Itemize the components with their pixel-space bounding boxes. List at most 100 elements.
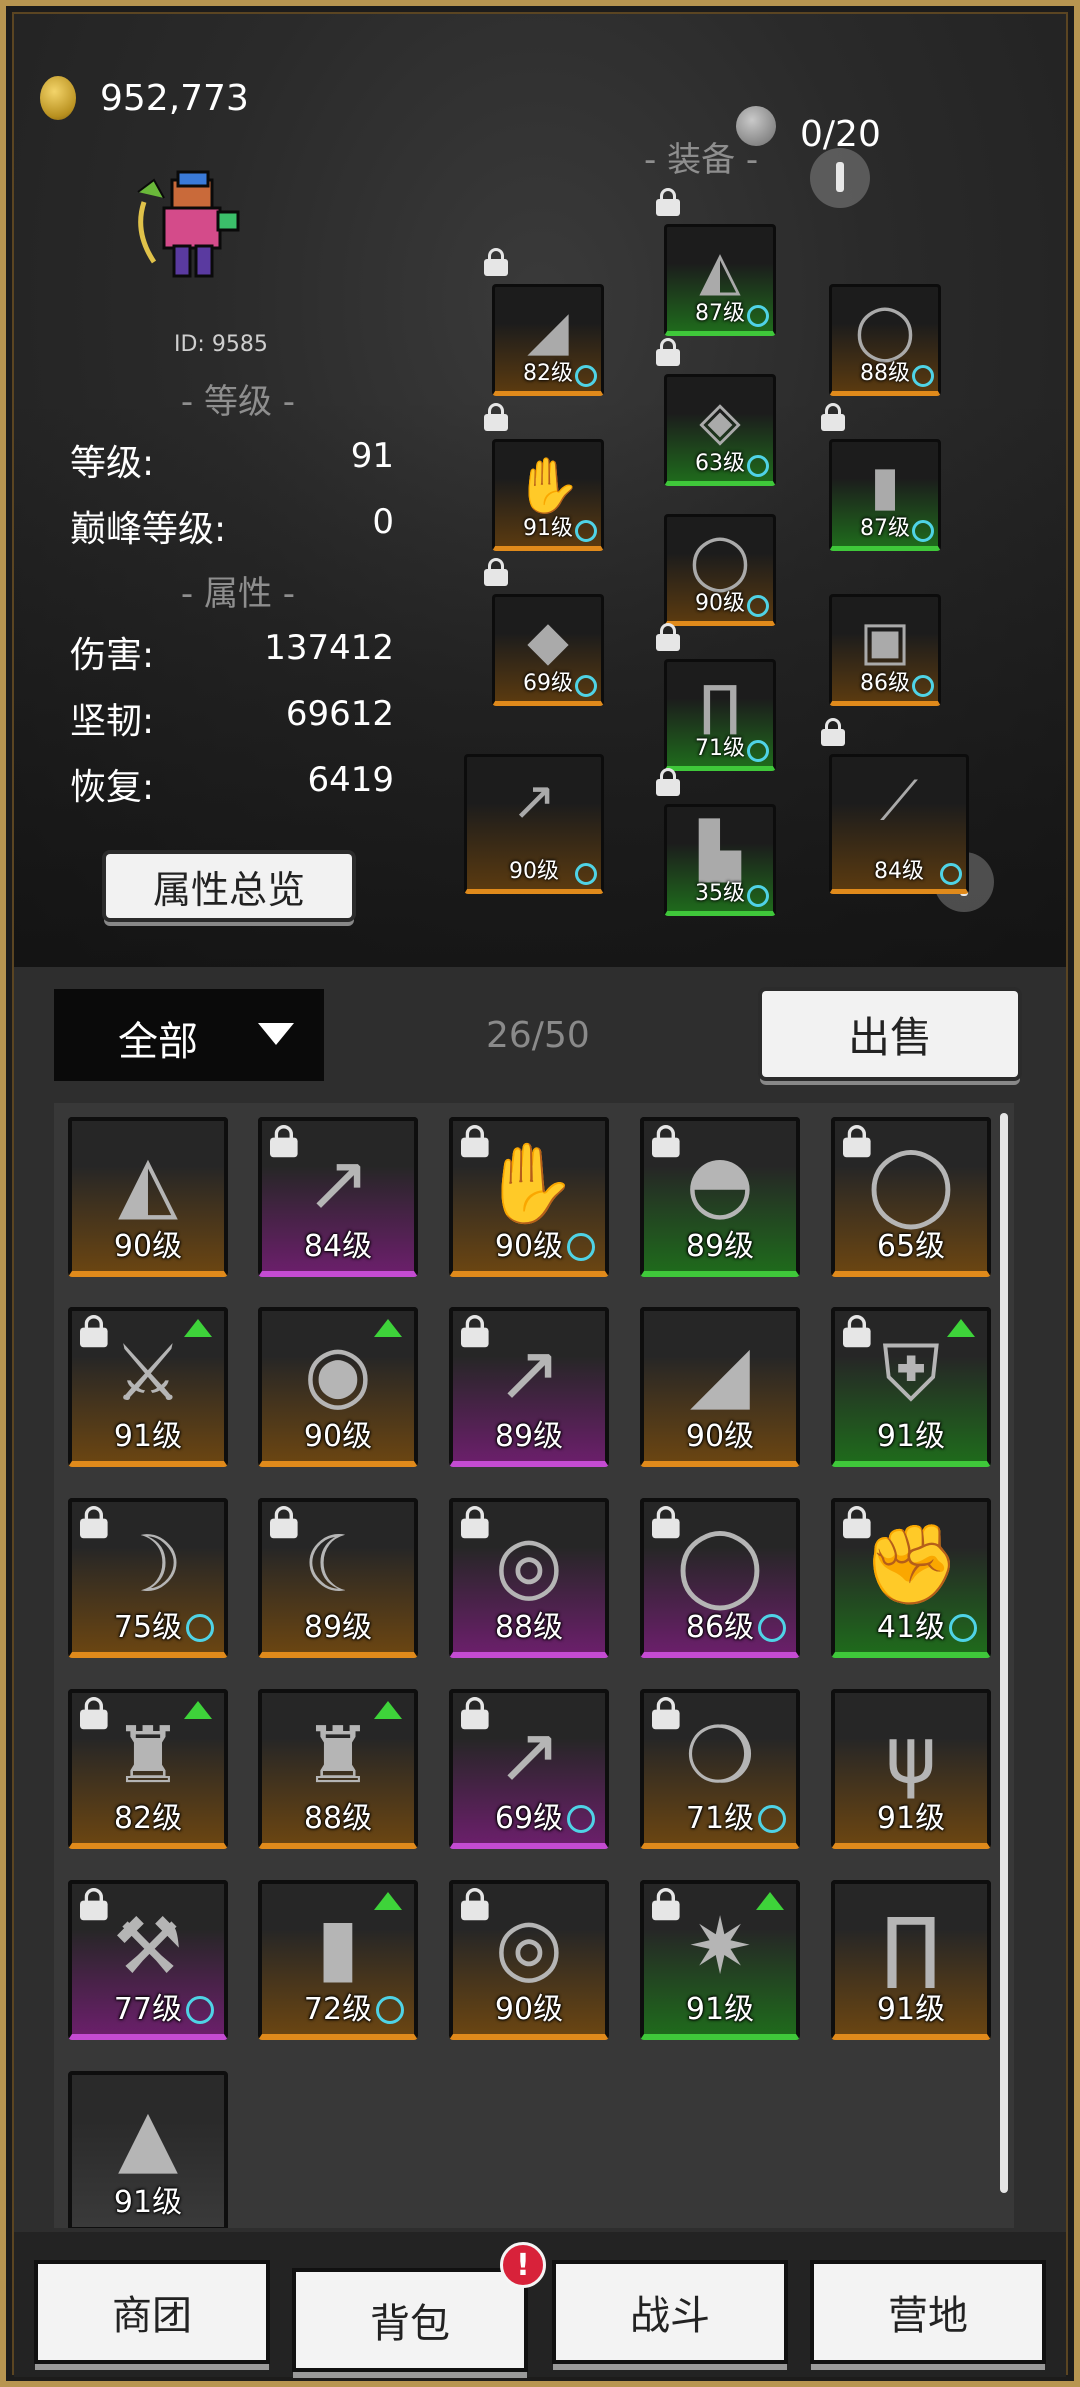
inventory-item[interactable]: ✊ 41级 bbox=[831, 1498, 991, 1658]
refine-badge-icon bbox=[758, 1614, 786, 1642]
lock-icon bbox=[80, 1506, 108, 1539]
hood-icon: ▲ bbox=[118, 2093, 178, 2183]
attribute-section-title: - 属性 - bbox=[180, 574, 296, 614]
pants-icon: ∏ bbox=[699, 674, 741, 737]
inventory-item[interactable]: ↗ 89级 bbox=[449, 1307, 609, 1467]
damage-value: 137412 bbox=[264, 628, 394, 668]
inventory-scrollbar[interactable] bbox=[1000, 1113, 1008, 2193]
upgrade-arrow-icon bbox=[374, 1319, 402, 1337]
inventory-item[interactable]: ☾ 89级 bbox=[258, 1498, 418, 1658]
gem-ring-icon: ◆ bbox=[527, 609, 569, 672]
item-level: 91级 bbox=[876, 1801, 946, 1836]
equipment-slot[interactable]: ↗ 90级 bbox=[464, 754, 604, 894]
inventory-item[interactable]: ◓ 89级 bbox=[640, 1117, 800, 1277]
lock-icon bbox=[652, 1506, 680, 1539]
equipment-slot[interactable]: ◢ 82级 bbox=[492, 284, 604, 396]
inventory-item[interactable]: ♜ 88级 bbox=[258, 1689, 418, 1849]
inventory-item[interactable]: ◯ 65级 bbox=[831, 1117, 991, 1277]
inventory-item[interactable]: ψ 91级 bbox=[831, 1689, 991, 1849]
inventory-item[interactable]: ↗ 84级 bbox=[258, 1117, 418, 1277]
refine-badge-icon bbox=[912, 675, 934, 697]
recovery-label: 恢复: bbox=[70, 767, 155, 808]
equipment-slot[interactable]: ∏ 71级 bbox=[664, 659, 776, 771]
player-id: ID: 9585 bbox=[174, 332, 268, 357]
item-level: 91级 bbox=[685, 1992, 755, 2027]
inventory-grid: ◭ 90级 ↗ 84级 ✋ 90级 ◓ 89级 ◯ 65级 ⚔ 91级 ◉ 90级 ↗ 89级 ◢ 90级 ⛨ 91级… bbox=[54, 1103, 1014, 2228]
filter-dropdown[interactable]: 全部 bbox=[54, 989, 324, 1081]
lock-icon bbox=[843, 1315, 871, 1348]
lock-icon bbox=[270, 1125, 298, 1158]
tab-camp[interactable]: 营地 bbox=[814, 2264, 1042, 2360]
chevron-down-icon bbox=[258, 1023, 294, 1045]
item-level: 88级 bbox=[303, 1801, 373, 1836]
recovery-value: 6419 bbox=[307, 760, 394, 800]
square-ring-icon: ▣ bbox=[859, 609, 911, 672]
equipment-slot[interactable]: ⟋ 84级 bbox=[829, 754, 969, 894]
inventory-item[interactable]: ⚒ 77级 bbox=[68, 1880, 228, 2040]
scroll-up-button[interactable] bbox=[810, 148, 870, 208]
boots-icon: ▙ bbox=[699, 819, 741, 882]
refine-badge-icon bbox=[912, 520, 934, 542]
equipment-slot[interactable]: ▙ 35级 bbox=[664, 804, 776, 916]
upgrade-arrow-icon bbox=[374, 1701, 402, 1719]
gold-coin-icon bbox=[40, 76, 76, 120]
inventory-item[interactable]: ⛨ 91级 bbox=[831, 1307, 991, 1467]
refine-badge-icon bbox=[567, 1233, 595, 1261]
equipment-slot[interactable]: ◯ 90级 bbox=[664, 514, 776, 626]
toughness-value: 69612 bbox=[285, 694, 394, 734]
inventory-item[interactable]: ◎ 90级 bbox=[449, 1880, 609, 2040]
inventory-item[interactable]: ◢ 90级 bbox=[640, 1307, 800, 1467]
inventory-item[interactable]: ∏ 91级 bbox=[831, 1880, 991, 2040]
lock-icon bbox=[652, 1125, 680, 1158]
equipment-slot[interactable]: ◆ 69级 bbox=[492, 594, 604, 706]
lock-icon bbox=[843, 1125, 871, 1158]
item-level: 89级 bbox=[303, 1610, 373, 1645]
tab-battle[interactable]: 战斗 bbox=[556, 2264, 784, 2360]
inventory-item[interactable]: ◯ 86级 bbox=[640, 1498, 800, 1658]
lock-icon bbox=[461, 1697, 489, 1730]
inventory-capacity: 26/50 bbox=[486, 1015, 590, 1056]
item-level: 84级 bbox=[303, 1229, 373, 1264]
inventory-item[interactable]: ↗ 69级 bbox=[449, 1689, 609, 1849]
tab-backpack[interactable]: 背包 bbox=[296, 2272, 524, 2368]
upgrade-arrow-icon bbox=[374, 1892, 402, 1910]
backpack-alert-badge: ! bbox=[500, 2242, 546, 2288]
inventory-item[interactable]: ❍ 71级 bbox=[640, 1689, 800, 1849]
spear-icon: ↗ bbox=[511, 769, 557, 832]
refine-badge-icon bbox=[575, 365, 597, 387]
chest-armor-icon: ◈ bbox=[699, 389, 741, 452]
equipment-slot[interactable]: ◭ 87级 bbox=[664, 224, 776, 336]
item-level: 89级 bbox=[685, 1229, 755, 1264]
refine-badge-icon bbox=[747, 885, 769, 907]
robe-icon: ♜ bbox=[303, 1711, 373, 1801]
equipment-slot[interactable]: ◈ 63级 bbox=[664, 374, 776, 486]
equipment-slot[interactable]: ▮ 87级 bbox=[829, 439, 941, 551]
equipment-slot[interactable]: ▣ 86级 bbox=[829, 594, 941, 706]
gold-amount: 952,773 bbox=[100, 78, 249, 119]
refine-badge-icon bbox=[575, 520, 597, 542]
sell-button[interactable]: 出售 bbox=[762, 991, 1018, 1077]
inventory-item[interactable]: ☽ 75级 bbox=[68, 1498, 228, 1658]
upgrade-arrow-icon bbox=[947, 1319, 975, 1337]
inventory-item[interactable]: ◭ 90级 bbox=[68, 1117, 228, 1277]
item-level: 90级 bbox=[685, 1419, 755, 1454]
inventory-item[interactable]: ♜ 82级 bbox=[68, 1689, 228, 1849]
equipment-slot[interactable]: ✋ 91级 bbox=[492, 439, 604, 551]
inventory-item[interactable]: ▮ 72级 bbox=[258, 1880, 418, 2040]
attribute-overview-button[interactable]: 属性总览 bbox=[106, 854, 352, 918]
inventory-item[interactable]: ◉ 90级 bbox=[258, 1307, 418, 1467]
inventory-item[interactable]: ▲ 91级 bbox=[68, 2071, 228, 2228]
lock-icon bbox=[656, 623, 680, 651]
inventory-item[interactable]: ◎ 88级 bbox=[449, 1498, 609, 1658]
inventory-item[interactable]: ✷ 91级 bbox=[640, 1880, 800, 2040]
staff-icon: ⟋ bbox=[880, 769, 918, 832]
cape-icon: ◢ bbox=[690, 1329, 750, 1419]
equipment-slot[interactable]: ◯ 88级 bbox=[829, 284, 941, 396]
lock-icon bbox=[484, 558, 508, 586]
lock-icon bbox=[484, 403, 508, 431]
hero-avatar[interactable] bbox=[134, 162, 254, 292]
tab-guild[interactable]: 商团 bbox=[38, 2264, 266, 2360]
inventory-item[interactable]: ⚔ 91级 bbox=[68, 1307, 228, 1467]
inventory-item[interactable]: ✋ 90级 bbox=[449, 1117, 609, 1277]
lock-icon bbox=[461, 1506, 489, 1539]
